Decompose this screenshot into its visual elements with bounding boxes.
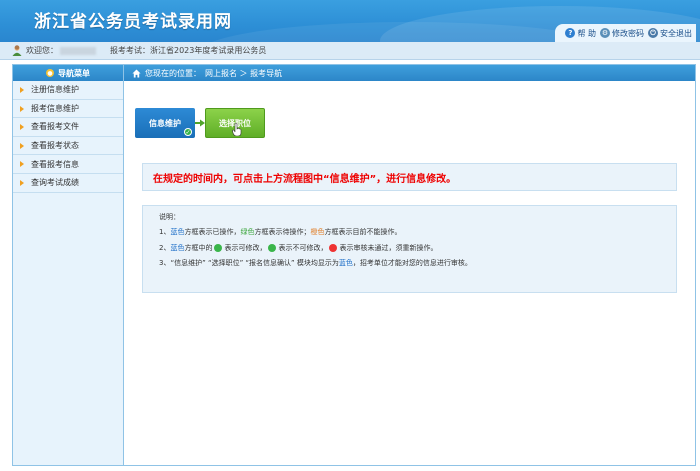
explain-text: ，招考单位才能对您的信息进行审核。	[352, 259, 472, 267]
blue-word: 蓝色	[170, 243, 185, 252]
help-link[interactable]: ? 帮 助	[565, 28, 596, 39]
site-header: 浙江省公务员考试录用网 ? 帮 助 ⚙ 修改密码 ⏻ 安全退出	[0, 0, 700, 42]
explain-text: 方框表示目前不能操作。	[324, 228, 402, 236]
arrow-bullet-icon	[20, 124, 24, 131]
info-bar: 欢迎您： 报考考试： 浙江省2023年度考试录用公务员	[0, 42, 700, 60]
breadcrumb: 您现在的位置： 网上报名 ＞ 报考导航	[124, 65, 695, 81]
home-icon	[132, 68, 141, 78]
explain-title: 说明：	[159, 213, 180, 221]
user-icon	[12, 45, 22, 56]
orange-word: 橙色	[310, 228, 325, 236]
sidebar-item-view-status[interactable]: 查看报考状态	[13, 137, 123, 156]
explain-text: 方框表示已操作，	[184, 228, 241, 236]
sidebar-header: ● 导航菜单	[13, 65, 123, 81]
sidebar-item-view-files[interactable]: 查看报考文件	[13, 118, 123, 137]
step-select-position[interactable]: 选择职位	[205, 108, 265, 138]
arrow-bullet-icon	[20, 87, 24, 93]
check-icon: ✓	[184, 128, 192, 136]
sidebar-item-label: 查询考试成绩	[31, 178, 79, 188]
help-label: 帮 助	[577, 28, 596, 38]
change-password-link[interactable]: ⚙ 修改密码	[600, 28, 644, 39]
arrow-bullet-icon	[20, 161, 24, 168]
arrow-bullet-icon	[20, 142, 24, 149]
arrow-bullet-icon	[20, 105, 24, 112]
welcome-label: 欢迎您：	[26, 46, 58, 55]
logout-label: 安全退出	[660, 28, 692, 38]
key-icon: ⚙	[600, 28, 610, 38]
explanation-box: 说明： 1、 蓝色 方框表示已操作， 绿色 方框表示待操作； 橙色 方框表示目前…	[142, 205, 677, 293]
exam-label: 报考考试：	[110, 46, 150, 55]
explain-line-3: 3、 “信息维护” “选择职位” “报名信息确认” 模块均显示为 蓝色 ，招考单…	[159, 260, 676, 267]
arrow-bullet-icon	[20, 179, 24, 186]
sidebar-item-apply-info[interactable]: 报考信息维护	[13, 100, 123, 119]
explain-text: 表示不可修改，	[278, 243, 328, 252]
blue-word: 蓝色	[170, 228, 185, 236]
explain-text: 表示可修改，	[224, 243, 267, 252]
notice-message: 在规定的时间内，可点击上方流程图中“信息维护”，进行信息修改。	[142, 163, 677, 191]
process-flow: 信息维护 ✓ 选择职位	[135, 108, 265, 138]
line-number: 1、	[159, 228, 171, 236]
step-info-maintain[interactable]: 信息维护 ✓	[135, 108, 195, 138]
exam-name: 浙江省2023年度考试录用公务员	[150, 46, 267, 55]
arrow-right-icon	[195, 119, 205, 127]
main-panel: 您现在的位置： 网上报名 ＞ 报考导航 信息维护 ✓ 选择职位 在规定的时间内，…	[124, 64, 696, 466]
breadcrumb-prefix: 您现在的位置：	[145, 68, 201, 78]
sidebar-item-label: 查看报考状态	[31, 141, 79, 151]
username-redacted	[60, 46, 96, 55]
explain-text: “信息维护” “选择职位” “报名信息确认” 模块均显示为	[170, 259, 339, 267]
site-title: 浙江省公务员考试录用网	[34, 12, 232, 32]
menu-icon: ●	[46, 69, 54, 77]
line-number: 3、	[159, 259, 171, 267]
sidebar-item-register-info[interactable]: 注册信息维护	[13, 81, 123, 100]
step-label: 信息维护	[149, 118, 181, 128]
sidebar-item-label: 查看报考文件	[31, 122, 79, 132]
breadcrumb-path: 网上报名 ＞ 报考导航	[205, 68, 283, 78]
blue-word: 蓝色	[338, 259, 353, 267]
sidebar: ● 导航菜单 注册信息维护 报考信息维护 查看报考文件 查看报考状态 查看报考信…	[12, 64, 124, 466]
sidebar-item-scores[interactable]: 查询考试成绩	[13, 174, 123, 193]
hand-cursor-icon	[232, 123, 242, 136]
sidebar-title: 导航菜单	[58, 68, 90, 78]
locked-icon	[268, 244, 277, 252]
green-word: 绿色	[240, 228, 255, 236]
explain-text: 表示审核未通过，须重新操作。	[339, 243, 438, 252]
change-password-label: 修改密码	[612, 28, 644, 38]
logout-link[interactable]: ⏻ 安全退出	[648, 28, 692, 39]
sidebar-item-label: 注册信息维护	[31, 85, 79, 95]
sidebar-item-label: 查看报考信息	[31, 159, 79, 169]
explain-text: 方框中的	[184, 243, 213, 252]
editable-check-icon	[214, 244, 223, 252]
explain-line-2: 2、 蓝色 方框中的 表示可修改， 表示不可修改， 表示审核未通过，须重新操作。	[159, 244, 676, 252]
help-icon: ?	[565, 28, 576, 38]
power-icon: ⏻	[648, 28, 658, 38]
error-icon	[329, 244, 338, 252]
sidebar-item-label: 报考信息维护	[31, 103, 79, 113]
top-links: ? 帮 助 ⚙ 修改密码 ⏻ 安全退出	[555, 24, 696, 42]
line-number: 2、	[159, 243, 171, 252]
explain-text: 方框表示待操作；	[254, 228, 311, 236]
explain-line-1: 1、 蓝色 方框表示已操作， 绿色 方框表示待操作； 橙色 方框表示目前不能操作…	[159, 229, 676, 236]
sidebar-item-view-apply[interactable]: 查看报考信息	[13, 155, 123, 174]
